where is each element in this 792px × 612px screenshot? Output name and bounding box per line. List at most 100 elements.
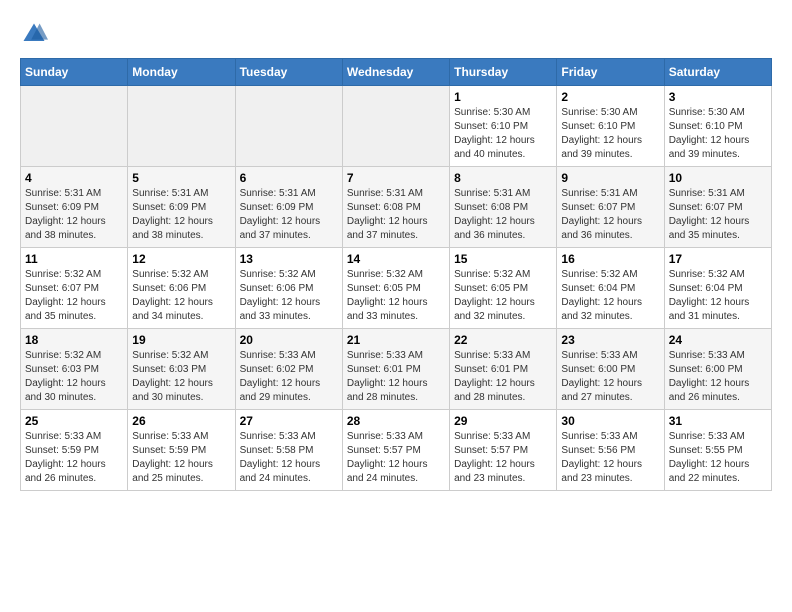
day-number: 1 — [454, 90, 552, 104]
day-info: Sunrise: 5:31 AM Sunset: 6:09 PM Dayligh… — [25, 187, 123, 243]
calendar-day-cell: 28Sunrise: 5:33 AM Sunset: 5:57 PM Dayli… — [342, 410, 449, 491]
day-number: 8 — [454, 171, 552, 185]
day-number: 30 — [561, 414, 659, 428]
calendar-week-row: 18 Sunrise: 5:32 AM Sunset: 6:03 PM Dayli… — [21, 329, 772, 410]
calendar-day-cell: 30Sunrise: 5:33 AM Sunset: 5:56 PM Dayli… — [557, 410, 664, 491]
day-info: Sunrise: 5:33 AM Sunset: 5:57 PM Dayligh… — [454, 430, 552, 486]
day-number: 21 — [347, 333, 445, 347]
logo — [20, 20, 52, 48]
calendar-day-cell: 12 Sunrise: 5:32 AM Sunset: 6:06 PM Dayli… — [128, 248, 235, 329]
calendar-day-cell: 23 Sunrise: 5:33 AM Sunset: 6:00 PM Dayli… — [557, 329, 664, 410]
calendar-day-cell: 31Sunrise: 5:33 AM Sunset: 5:55 PM Dayli… — [664, 410, 771, 491]
calendar-day-cell: 17 Sunrise: 5:32 AM Sunset: 6:04 PM Dayli… — [664, 248, 771, 329]
day-info: Sunrise: 5:31 AM Sunset: 6:09 PM Dayligh… — [240, 187, 338, 243]
calendar-table: SundayMondayTuesdayWednesdayThursdayFrid… — [20, 58, 772, 491]
calendar-day-cell: 5Sunrise: 5:31 AM Sunset: 6:09 PM Daylig… — [128, 167, 235, 248]
calendar-day-cell — [235, 86, 342, 167]
calendar-day-cell: 4 Sunrise: 5:31 AM Sunset: 6:09 PM Daylig… — [21, 167, 128, 248]
day-info: Sunrise: 5:32 AM Sunset: 6:04 PM Dayligh… — [561, 268, 659, 324]
day-number: 23 — [561, 333, 659, 347]
calendar-day-cell: 16 Sunrise: 5:32 AM Sunset: 6:04 PM Dayli… — [557, 248, 664, 329]
calendar-day-cell — [21, 86, 128, 167]
calendar-day-cell: 11 Sunrise: 5:32 AM Sunset: 6:07 PM Dayli… — [21, 248, 128, 329]
calendar-day-header: Saturday — [664, 59, 771, 86]
day-number: 12 — [132, 252, 230, 266]
calendar-day-cell — [342, 86, 449, 167]
day-number: 19 — [132, 333, 230, 347]
day-info: Sunrise: 5:30 AM Sunset: 6:10 PM Dayligh… — [669, 106, 767, 162]
calendar-day-header: Monday — [128, 59, 235, 86]
day-info: Sunrise: 5:33 AM Sunset: 5:55 PM Dayligh… — [669, 430, 767, 486]
day-number: 27 — [240, 414, 338, 428]
day-info: Sunrise: 5:32 AM Sunset: 6:05 PM Dayligh… — [347, 268, 445, 324]
day-number: 5 — [132, 171, 230, 185]
calendar-day-cell: 9 Sunrise: 5:31 AM Sunset: 6:07 PM Daylig… — [557, 167, 664, 248]
day-number: 29 — [454, 414, 552, 428]
day-number: 25 — [25, 414, 123, 428]
calendar-week-row: 1 Sunrise: 5:30 AM Sunset: 6:10 PM Daylig… — [21, 86, 772, 167]
calendar-day-cell: 6 Sunrise: 5:31 AM Sunset: 6:09 PM Daylig… — [235, 167, 342, 248]
day-info: Sunrise: 5:33 AM Sunset: 6:00 PM Dayligh… — [561, 349, 659, 405]
day-info: Sunrise: 5:32 AM Sunset: 6:07 PM Dayligh… — [25, 268, 123, 324]
calendar-day-header: Tuesday — [235, 59, 342, 86]
day-info: Sunrise: 5:31 AM Sunset: 6:07 PM Dayligh… — [669, 187, 767, 243]
day-info: Sunrise: 5:31 AM Sunset: 6:07 PM Dayligh… — [561, 187, 659, 243]
day-number: 20 — [240, 333, 338, 347]
day-number: 7 — [347, 171, 445, 185]
logo-icon — [20, 20, 48, 48]
day-number: 26 — [132, 414, 230, 428]
day-number: 2 — [561, 90, 659, 104]
day-number: 6 — [240, 171, 338, 185]
day-info: Sunrise: 5:33 AM Sunset: 5:58 PM Dayligh… — [240, 430, 338, 486]
day-number: 11 — [25, 252, 123, 266]
day-number: 15 — [454, 252, 552, 266]
calendar-day-cell — [128, 86, 235, 167]
day-number: 14 — [347, 252, 445, 266]
day-info: Sunrise: 5:33 AM Sunset: 6:02 PM Dayligh… — [240, 349, 338, 405]
calendar-day-cell: 18Sunrise: 5:32 AM Sunset: 6:03 PM Dayli… — [21, 329, 128, 410]
day-number: 4 — [25, 171, 123, 185]
day-info: Sunrise: 5:30 AM Sunset: 6:10 PM Dayligh… — [561, 106, 659, 162]
day-number: 16 — [561, 252, 659, 266]
day-number: 28 — [347, 414, 445, 428]
calendar-week-row: 4 Sunrise: 5:31 AM Sunset: 6:09 PM Daylig… — [21, 167, 772, 248]
calendar-day-cell: 24Sunrise: 5:33 AM Sunset: 6:00 PM Dayli… — [664, 329, 771, 410]
day-number: 3 — [669, 90, 767, 104]
calendar-header-row: SundayMondayTuesdayWednesdayThursdayFrid… — [21, 59, 772, 86]
day-number: 24 — [669, 333, 767, 347]
calendar-day-header: Friday — [557, 59, 664, 86]
day-info: Sunrise: 5:32 AM Sunset: 6:06 PM Dayligh… — [240, 268, 338, 324]
calendar-day-cell: 13 Sunrise: 5:32 AM Sunset: 6:06 PM Dayli… — [235, 248, 342, 329]
calendar-day-cell: 27 Sunrise: 5:33 AM Sunset: 5:58 PM Dayli… — [235, 410, 342, 491]
day-info: Sunrise: 5:32 AM Sunset: 6:03 PM Dayligh… — [132, 349, 230, 405]
day-info: Sunrise: 5:33 AM Sunset: 5:59 PM Dayligh… — [132, 430, 230, 486]
calendar-day-cell: 8 Sunrise: 5:31 AM Sunset: 6:08 PM Daylig… — [450, 167, 557, 248]
day-info: Sunrise: 5:31 AM Sunset: 6:08 PM Dayligh… — [454, 187, 552, 243]
day-number: 18 — [25, 333, 123, 347]
day-info: Sunrise: 5:31 AM Sunset: 6:08 PM Dayligh… — [347, 187, 445, 243]
day-info: Sunrise: 5:32 AM Sunset: 6:06 PM Dayligh… — [132, 268, 230, 324]
day-info: Sunrise: 5:33 AM Sunset: 6:01 PM Dayligh… — [454, 349, 552, 405]
day-number: 10 — [669, 171, 767, 185]
day-number: 13 — [240, 252, 338, 266]
day-number: 17 — [669, 252, 767, 266]
calendar-day-cell: 26 Sunrise: 5:33 AM Sunset: 5:59 PM Dayli… — [128, 410, 235, 491]
calendar-day-cell: 25Sunrise: 5:33 AM Sunset: 5:59 PM Dayli… — [21, 410, 128, 491]
calendar-day-cell: 14 Sunrise: 5:32 AM Sunset: 6:05 PM Dayli… — [342, 248, 449, 329]
calendar-day-header: Sunday — [21, 59, 128, 86]
calendar-day-cell: 2 Sunrise: 5:30 AM Sunset: 6:10 PM Daylig… — [557, 86, 664, 167]
calendar-day-cell: 15 Sunrise: 5:32 AM Sunset: 6:05 PM Dayli… — [450, 248, 557, 329]
calendar-week-row: 25 Sunrise: 5:33 AM Sunset: 5:59 PM Dayli… — [21, 410, 772, 491]
calendar-day-cell: 3 Sunrise: 5:30 AM Sunset: 6:10 PM Daylig… — [664, 86, 771, 167]
day-number: 22 — [454, 333, 552, 347]
calendar-day-cell: 19 Sunrise: 5:32 AM Sunset: 6:03 PM Dayli… — [128, 329, 235, 410]
calendar-day-header: Wednesday — [342, 59, 449, 86]
day-info: Sunrise: 5:32 AM Sunset: 6:05 PM Dayligh… — [454, 268, 552, 324]
day-number: 9 — [561, 171, 659, 185]
page-header — [20, 20, 772, 48]
calendar-day-cell: 1Sunrise: 5:30 AM Sunset: 6:10 PM Daylig… — [450, 86, 557, 167]
day-info: Sunrise: 5:32 AM Sunset: 6:04 PM Dayligh… — [669, 268, 767, 324]
calendar-day-cell: 20 Sunrise: 5:33 AM Sunset: 6:02 PM Dayli… — [235, 329, 342, 410]
calendar-week-row: 11 Sunrise: 5:32 AM Sunset: 6:07 PM Dayli… — [21, 248, 772, 329]
calendar-day-header: Thursday — [450, 59, 557, 86]
